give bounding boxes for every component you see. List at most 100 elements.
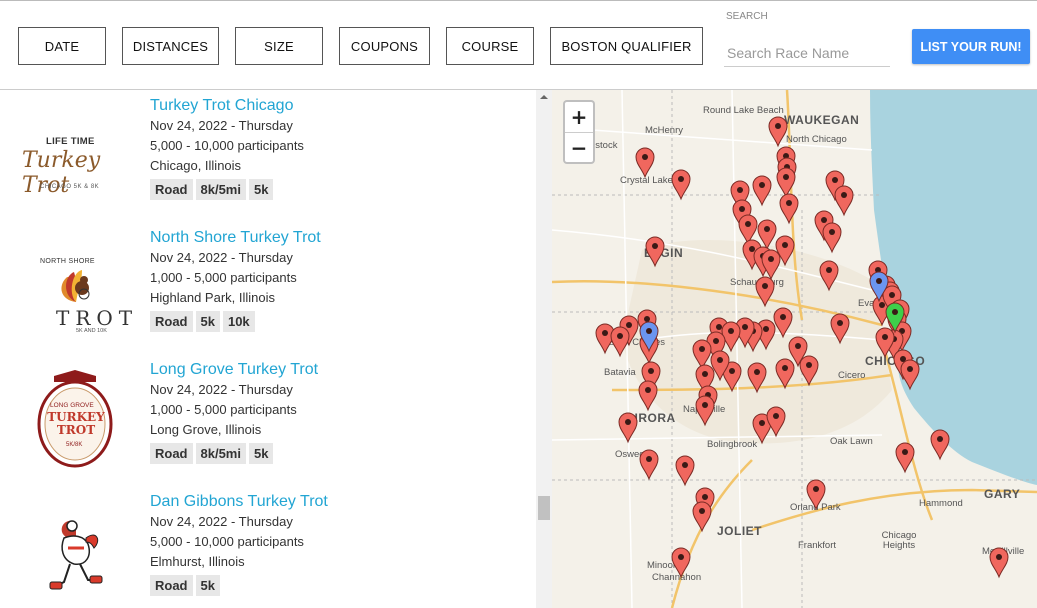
map-zoom-control: + − — [563, 100, 595, 164]
filter-distances-button[interactable]: DISTANCES — [122, 27, 219, 65]
zoom-in-button[interactable]: + — [565, 102, 593, 132]
race-map-pin[interactable] — [671, 547, 691, 579]
race-map-pin[interactable] — [671, 169, 691, 201]
race-map-pin[interactable] — [830, 313, 850, 345]
race-map-pin[interactable] — [806, 479, 826, 511]
race-name-link[interactable]: North Shore Turkey Trot — [150, 228, 321, 248]
filter-size-button[interactable]: SIZE — [235, 27, 323, 65]
race-name-link[interactable]: Long Grove Turkey Trot — [150, 360, 318, 380]
scrollbar-thumb[interactable] — [538, 496, 550, 520]
race-participants: 5,000 - 10,000 participants — [150, 534, 304, 549]
race-map-pin[interactable] — [755, 276, 775, 308]
race-map-pin[interactable] — [779, 193, 799, 225]
race-map-pin[interactable] — [757, 219, 777, 251]
filter-date-button[interactable]: DATE — [18, 27, 106, 65]
race-location: Long Grove, Illinois — [150, 422, 262, 437]
race-tag: 10k — [222, 311, 255, 332]
race-map-pin[interactable] — [692, 339, 712, 371]
race-tag: 5k — [248, 179, 274, 200]
race-tag: Road — [150, 443, 193, 464]
race-logo[interactable] — [16, 510, 132, 598]
race-location: Chicago, Illinois — [150, 158, 242, 173]
race-map-pin[interactable] — [761, 249, 781, 281]
race-map-pin[interactable] — [822, 222, 842, 254]
race-tag: 8k/5mi — [195, 443, 246, 464]
logo-sub-text: CHICAGO 5K & 8K — [40, 184, 100, 190]
search-box: SEARCH — [724, 9, 892, 67]
race-participants: 1,000 - 5,000 participants — [150, 270, 297, 285]
race-participants: 5,000 - 10,000 participants — [150, 138, 304, 153]
race-map-pin[interactable] — [638, 380, 658, 412]
zoom-out-button[interactable]: − — [565, 132, 593, 162]
race-tags: Road 5k — [150, 575, 328, 596]
race-date: Nov 24, 2022 - Thursday — [150, 514, 293, 529]
list-your-run-button[interactable]: LIST YOUR RUN! — [912, 29, 1030, 64]
turkey-icon — [61, 270, 90, 302]
scroll-up-arrow-icon[interactable] — [536, 90, 552, 104]
map-pins — [595, 116, 1009, 579]
race-logo[interactable]: LONG GROVE TURKEY TROT 5K/8K — [16, 366, 132, 468]
search-label: SEARCH — [726, 11, 768, 22]
race-name-link[interactable]: Dan Gibbons Turkey Trot — [150, 492, 328, 512]
race-info: Turkey Trot Chicago Nov 24, 2022 - Thurs… — [150, 96, 304, 200]
race-map-pin[interactable] — [610, 326, 630, 358]
logo-sub-text: 5K/8K — [66, 442, 83, 448]
race-map-pin[interactable] — [776, 167, 796, 199]
race-item: LIFE TIME Turkey Trot CHICAGO 5K & 8K Tu… — [0, 96, 520, 228]
search-input[interactable] — [724, 39, 890, 67]
logo-sub-text: 5K AND 10K — [76, 328, 107, 334]
race-map-pin[interactable] — [799, 355, 819, 387]
race-tag: Road — [150, 311, 193, 332]
list-scrollbar[interactable] — [536, 90, 552, 608]
race-map-pin[interactable] — [930, 429, 950, 461]
race-info: North Shore Turkey Trot Nov 24, 2022 - T… — [150, 228, 321, 332]
race-item: LONG GROVE TURKEY TROT 5K/8K Long Grove … — [0, 360, 520, 492]
race-tag: 5k — [195, 311, 220, 332]
race-map-pin[interactable] — [989, 547, 1009, 579]
race-map-pin[interactable] — [895, 442, 915, 474]
race-tag: Road — [150, 575, 193, 596]
race-map-pin[interactable] — [645, 236, 665, 268]
filter-bar: DATE DISTANCES SIZE COUPONS COURSE BOSTO… — [0, 0, 1037, 90]
race-map-pin[interactable] — [747, 362, 767, 394]
race-map-pin[interactable] — [695, 395, 715, 427]
logo-main-text: TURKEY TROT — [47, 410, 105, 437]
race-location: Highland Park, Illinois — [150, 290, 276, 305]
race-map-pin[interactable] — [775, 358, 795, 390]
filter-boston-qualifier-button[interactable]: BOSTON QUALIFIER — [550, 27, 703, 65]
race-map-pin[interactable] — [768, 116, 788, 148]
race-name-link[interactable]: Turkey Trot Chicago — [150, 96, 304, 116]
race-map-pin[interactable] — [618, 412, 638, 444]
logo-top-text: LIFE TIME — [46, 136, 95, 147]
turkey-runner-icon — [49, 520, 103, 590]
race-tags: Road 8k/5mi 5k — [150, 179, 304, 200]
race-map-pin[interactable] — [639, 449, 659, 481]
race-tags: Road 5k 10k — [150, 311, 321, 332]
race-tag: 8k/5mi — [195, 179, 246, 200]
logo-main-text: TROT — [56, 306, 139, 330]
race-map-pin[interactable] — [752, 175, 772, 207]
race-location: Elmhurst, Illinois — [150, 554, 245, 569]
logo-main-text: Turkey Trot — [22, 148, 101, 198]
race-tag: 5k — [248, 443, 274, 464]
race-map-pin[interactable] — [675, 455, 695, 487]
logo-top-text: LONG GROVE — [50, 402, 94, 409]
race-map-pin[interactable] — [773, 307, 793, 339]
race-map-pin[interactable] — [900, 359, 920, 391]
race-map-pin[interactable] — [721, 321, 741, 353]
logo-top-text: NORTH SHORE — [40, 258, 95, 265]
race-date: Nov 24, 2022 - Thursday — [150, 250, 293, 265]
race-tags: Road 8k/5mi 5k — [150, 443, 318, 464]
race-map-pin[interactable] — [635, 147, 655, 179]
race-map-pin[interactable] — [819, 260, 839, 292]
race-map[interactable]: Round Lake Beach WAUKEGAN North Chicago McH… — [552, 90, 1037, 608]
race-map-pin[interactable] — [738, 214, 758, 246]
race-map-pin[interactable] — [766, 406, 786, 438]
race-map-pin[interactable] — [692, 501, 712, 533]
race-logo[interactable]: LIFE TIME Turkey Trot CHICAGO 5K & 8K — [16, 118, 132, 206]
filter-coupons-button[interactable]: COUPONS — [339, 27, 430, 65]
race-logo[interactable]: NORTH SHORE TROT 5K AND 10K — [16, 250, 132, 338]
race-map-pin[interactable] — [834, 185, 854, 217]
filter-course-button[interactable]: COURSE — [446, 27, 534, 65]
race-participants: 1,000 - 5,000 participants — [150, 402, 297, 417]
